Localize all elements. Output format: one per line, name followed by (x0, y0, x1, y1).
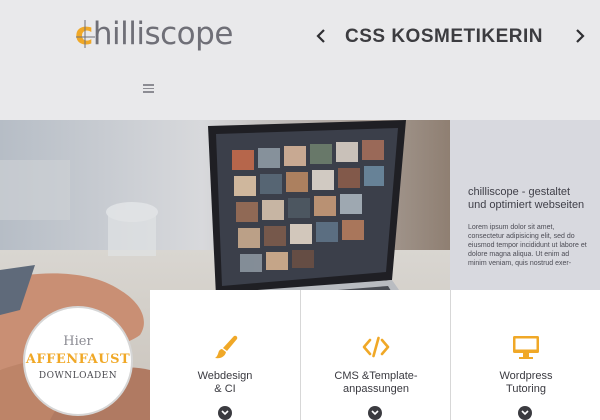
hero-body-text: Lorem ipsum dolor sit amet, consectetur … (468, 224, 587, 267)
hero-heading: chilliscope - gestaltet und optimiert we… (468, 186, 585, 211)
scroll-down-button[interactable] (518, 406, 532, 420)
logo-crosshair-icon (76, 20, 95, 48)
slider-next-button[interactable] (572, 27, 588, 45)
arrow-down-icon (521, 410, 529, 416)
badge-line-hier: Hier (63, 334, 93, 349)
code-icon (362, 336, 390, 358)
arrow-down-icon (371, 410, 379, 416)
scroll-down-button[interactable] (368, 406, 382, 420)
hamburger-menu-icon[interactable] (143, 84, 154, 93)
badge-line-downloaden: DOWNLOADEN (38, 371, 118, 381)
chevron-right-icon (576, 29, 585, 43)
card-label: CMS &Template- anpassungen (334, 370, 418, 395)
hero-intro-panel: chilliscope - gestaltet und optimiert we… (450, 120, 600, 290)
badge-line-affenfaust: AFFENFAUST (25, 352, 131, 367)
slider-prev-button[interactable] (314, 27, 330, 45)
paintbrush-icon (215, 335, 238, 359)
service-card-cms[interactable]: CMS &Template- anpassungen (300, 290, 450, 420)
scroll-down-button[interactable] (218, 406, 232, 420)
monitor-icon (513, 336, 539, 359)
card-label: Webdesign & CI (197, 370, 253, 395)
site-header: chilliscope CSS KOSMETIKERIN (0, 0, 600, 120)
service-card-webdesign[interactable]: Webdesign & CI (150, 290, 300, 420)
arrow-down-icon (221, 410, 229, 416)
chevron-left-icon (316, 29, 325, 43)
card-label: Wordpress Tutoring (499, 370, 553, 395)
service-card-wordpress[interactable]: Wordpress Tutoring (450, 290, 600, 420)
affenfaust-download-badge[interactable]: Hier AFFENFAUST DOWNLOADEN (23, 306, 133, 416)
slider-title: CSS KOSMETIKERIN (344, 26, 544, 47)
logo-wordmark: hilliscope (92, 16, 234, 52)
chilliscope-logo[interactable]: chilliscope (75, 16, 233, 52)
